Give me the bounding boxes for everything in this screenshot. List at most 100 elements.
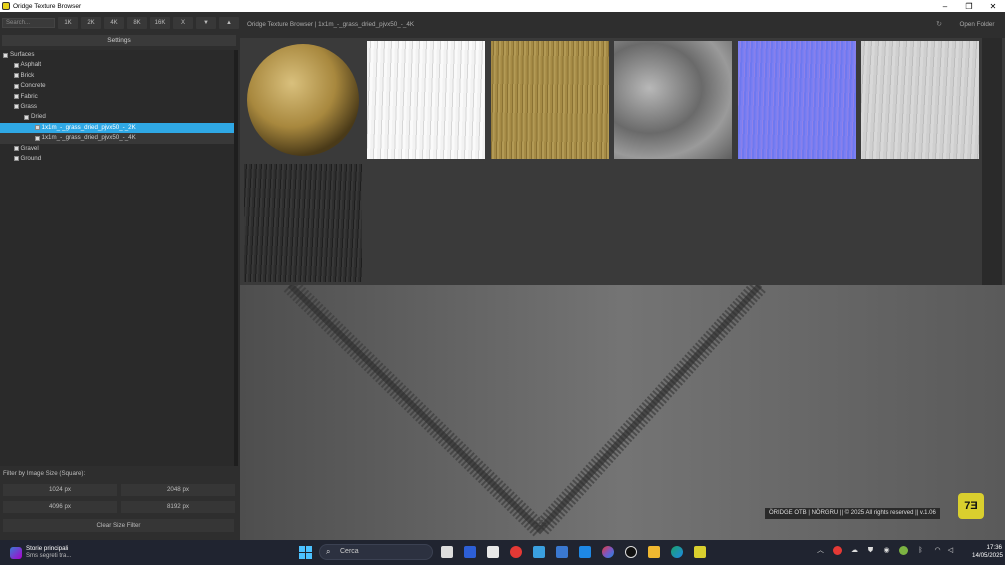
weather-widget-icon [10, 547, 22, 559]
breadcrumb: Oridge Texture Browser | 1x1m_-_grass_dr… [247, 21, 415, 28]
copilot-icon[interactable] [602, 546, 614, 558]
collapse-all-button[interactable]: ▲ [219, 17, 239, 29]
settings-button[interactable]: Settings [2, 35, 236, 46]
resolution-16k-button[interactable]: 16K [150, 17, 170, 29]
tree-item[interactable]: 1x1m_-_grass_dried_pjvx50_-_4K [0, 133, 234, 144]
ao-map-thumb[interactable] [367, 41, 485, 159]
window-controls: – ❐ ✕ [939, 0, 999, 12]
store-icon[interactable] [487, 546, 499, 558]
resolution-2k-button[interactable]: 2K [81, 17, 101, 29]
header-bar: Oridge Texture Browser | 1x1m_-_grass_dr… [240, 12, 1005, 38]
collapse-icon[interactable] [3, 52, 8, 58]
tree-item[interactable]: Concrete [0, 81, 234, 91]
size-4096-button[interactable]: 4096 px [3, 501, 117, 513]
size-2048-button[interactable]: 2048 px [121, 484, 235, 496]
expand-icon[interactable] [13, 83, 19, 89]
search-input[interactable]: Search... [2, 18, 55, 28]
credits-label: ÖRIDGE OTB | NÖRGRU || © 2025 All rights… [765, 508, 940, 519]
tree-item-label: Surfaces [10, 51, 35, 58]
displacement-map-thumb[interactable] [614, 41, 732, 159]
app-icon-2[interactable] [533, 546, 545, 558]
app-icon-3[interactable] [579, 546, 591, 558]
tree-item[interactable]: Brick [0, 71, 234, 81]
file-explorer-icon[interactable] [648, 546, 660, 558]
resolution-8k-button[interactable]: 8K [127, 17, 147, 29]
system-clock[interactable]: 17:36 14/05/2025 [972, 544, 1003, 560]
chevron-up-icon[interactable]: ︿ [816, 546, 825, 555]
normal-map-thumb[interactable] [738, 41, 856, 159]
tree-item[interactable]: Grass [0, 102, 234, 112]
tree-item-label: Asphalt [20, 61, 42, 69]
taskbar-search-input[interactable]: ⌕ Cerca [319, 544, 433, 560]
specular-map-thumb[interactable] [861, 41, 979, 159]
left-panel: Search... 1K 2K 4K 8K 16K X ▼ ▲ Settings… [0, 12, 240, 540]
leaf-icon[interactable] [34, 135, 40, 141]
tree-item-label: Ground [20, 154, 42, 162]
calculator-icon[interactable] [556, 546, 568, 558]
refresh-icon[interactable]: ↻ [933, 19, 945, 31]
edge-browser-icon[interactable] [671, 546, 683, 558]
app-icon[interactable] [464, 546, 476, 558]
tree-item[interactable]: Ground [0, 154, 234, 164]
leaf-icon[interactable] [34, 125, 40, 131]
tree-item-label: Dried [31, 113, 46, 121]
task-view-icon[interactable] [441, 546, 453, 558]
app-icon-4[interactable] [625, 546, 637, 558]
clear-size-filter-button[interactable]: Clear Size Filter [3, 519, 234, 532]
news-widget[interactable]: Storie principali Sms segreti tra... [10, 544, 130, 562]
clock-time: 17:36 [986, 544, 1002, 551]
size-8192-button[interactable]: 8192 px [121, 501, 235, 513]
expand-icon[interactable] [13, 73, 19, 79]
search-icon: ⌕ [326, 547, 331, 556]
tree-scrollbar[interactable] [234, 50, 238, 466]
tree-item-label: Concrete [20, 82, 46, 90]
windows-start-icon[interactable] [299, 546, 312, 559]
steam-icon[interactable]: ◉ [882, 546, 891, 555]
tree-item[interactable]: Dried [0, 112, 234, 122]
roughness-map-thumb[interactable] [244, 164, 362, 282]
news-subtitle: Sms segreti tra... [26, 553, 72, 559]
collapse-icon[interactable] [24, 114, 29, 120]
sphere-preview-image [247, 44, 359, 156]
tree-item[interactable]: 1x1m_-_grass_dried_pjvx50_-_2K [0, 122, 234, 134]
texture-browser-taskbar-icon[interactable] [694, 546, 706, 558]
title-bar: Oridge Texture Browser – ❐ ✕ [0, 0, 1005, 12]
tree-item[interactable]: Fabric [0, 92, 234, 102]
cloud-icon[interactable]: ☁ [850, 546, 859, 555]
sphere-preview-thumb[interactable] [244, 41, 362, 159]
tree-item[interactable]: Surfaces [0, 50, 234, 60]
expand-icon[interactable] [13, 62, 19, 68]
tree-item[interactable]: Gravel [0, 144, 234, 154]
shield-icon[interactable]: ⛊ [866, 546, 875, 555]
resolution-1k-button[interactable]: 1K [58, 17, 78, 29]
bluetooth-icon[interactable]: ᛒ [916, 546, 925, 555]
maximize-button[interactable]: ❐ [963, 2, 975, 11]
tray-app-icon-2[interactable] [899, 546, 908, 555]
expand-icon[interactable] [13, 146, 19, 152]
size-1024-button[interactable]: 1024 px [3, 484, 117, 496]
grid-scrollbar[interactable] [982, 38, 1002, 285]
media-player-icon[interactable] [510, 546, 522, 558]
wifi-icon[interactable]: ◠ [933, 546, 942, 555]
open-folder-button[interactable]: Open Folder [952, 19, 1002, 31]
close-button[interactable]: ✕ [987, 2, 999, 11]
resolution-4k-button[interactable]: 4K [104, 17, 124, 29]
window-title: Oridge Texture Browser [13, 2, 82, 10]
tree-item-label: Gravel [20, 144, 39, 152]
volume-icon[interactable]: ◁ [946, 546, 955, 555]
preview-pattern [283, 285, 767, 540]
tree-item[interactable]: Asphalt [0, 60, 234, 70]
tree-item-label: Fabric [20, 92, 38, 100]
expand-icon[interactable] [13, 94, 19, 100]
collapse-icon[interactable] [13, 104, 19, 110]
minimize-button[interactable]: – [939, 2, 951, 11]
tree-item-label: 1x1m_-_grass_dried_pjvx50_-_4K [41, 134, 136, 142]
albedo-map-thumb[interactable] [491, 41, 609, 159]
tree-item-label: Brick [20, 71, 35, 79]
tray-app-icon[interactable] [833, 546, 842, 555]
news-title: Storie principali [26, 545, 69, 552]
filter-title: Filter by Image Size (Square): [3, 470, 86, 477]
clear-resolution-button[interactable]: X [173, 17, 193, 29]
expand-icon[interactable] [13, 156, 19, 162]
expand-all-button[interactable]: ▼ [196, 17, 216, 29]
